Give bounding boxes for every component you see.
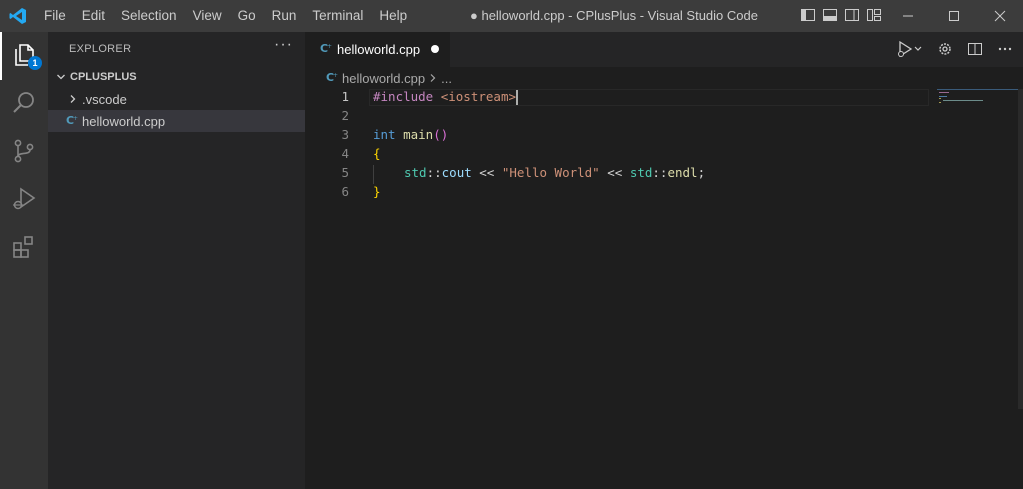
activity-explorer[interactable]: 1 bbox=[0, 32, 48, 80]
svg-text:+: + bbox=[333, 72, 338, 79]
line-number: 4 bbox=[341, 146, 349, 161]
activity-search[interactable] bbox=[0, 80, 48, 128]
code-token: main bbox=[395, 127, 434, 142]
code-token: "Hello World" bbox=[501, 165, 600, 180]
breadcrumb-symbols[interactable]: ... bbox=[441, 71, 452, 86]
source-control-icon bbox=[11, 138, 37, 167]
cpp-file-icon: C + bbox=[66, 114, 82, 129]
line-number: 2 bbox=[341, 108, 349, 123]
code-token: { bbox=[373, 146, 381, 161]
menu-bar: File Edit Selection View Go Run Terminal… bbox=[36, 0, 415, 32]
code-token: :: bbox=[426, 165, 442, 180]
code-token: ; bbox=[697, 165, 706, 180]
cpp-file-icon: C + bbox=[320, 42, 332, 57]
code-line-6: } bbox=[373, 184, 381, 199]
split-editor-icon[interactable] bbox=[967, 41, 983, 60]
menu-run[interactable]: Run bbox=[264, 0, 305, 32]
maximize-icon[interactable] bbox=[931, 0, 977, 32]
vertical-scrollbar[interactable] bbox=[1018, 89, 1023, 409]
tree-item-vscode[interactable]: .vscode bbox=[48, 88, 305, 110]
svg-text:+: + bbox=[73, 115, 78, 122]
code-token: #include bbox=[373, 89, 441, 104]
menu-selection[interactable]: Selection bbox=[113, 0, 185, 32]
tree-item-helloworld-cpp[interactable]: C + helloworld.cpp bbox=[48, 110, 305, 132]
line-number: 1 bbox=[341, 89, 349, 104]
minimap[interactable] bbox=[937, 89, 1017, 129]
activity-extensions[interactable] bbox=[0, 224, 48, 272]
toggle-panel-icon[interactable] bbox=[822, 7, 838, 23]
layout-controls bbox=[800, 7, 882, 23]
menu-terminal[interactable]: Terminal bbox=[304, 0, 371, 32]
line-number: 3 bbox=[341, 127, 349, 142]
run-debug-icon bbox=[11, 186, 37, 215]
code-token: << bbox=[599, 165, 630, 180]
vscode-logo-icon bbox=[0, 0, 36, 32]
customize-layout-icon[interactable] bbox=[866, 7, 882, 23]
menu-go[interactable]: Go bbox=[230, 0, 264, 32]
code-token: cout bbox=[441, 165, 472, 180]
breadcrumb: C + helloworld.cpp ... bbox=[305, 67, 1023, 89]
tree-item-label: helloworld.cpp bbox=[82, 113, 166, 129]
search-icon bbox=[11, 90, 37, 119]
text-cursor bbox=[516, 90, 518, 105]
menu-file[interactable]: File bbox=[36, 0, 74, 32]
tab-helloworld-cpp[interactable]: C + helloworld.cpp bbox=[305, 32, 450, 67]
cpp-file-icon: C + bbox=[326, 71, 338, 86]
code-token: () bbox=[433, 127, 449, 142]
close-icon[interactable] bbox=[977, 0, 1023, 32]
code-line-4: { bbox=[373, 146, 381, 161]
code-editor[interactable]: 1 2 3 4 5 6 #include <iostream> int main… bbox=[305, 89, 1023, 489]
menu-edit[interactable]: Edit bbox=[74, 0, 113, 32]
chevron-right-icon bbox=[68, 92, 82, 107]
minimize-icon[interactable] bbox=[885, 0, 931, 32]
title-bar: File Edit Selection View Go Run Terminal… bbox=[0, 0, 1023, 32]
code-token: endl bbox=[667, 165, 698, 180]
line-number: 6 bbox=[341, 184, 349, 199]
breadcrumb-file[interactable]: helloworld.cpp bbox=[342, 71, 425, 86]
explorer-header: EXPLORER bbox=[69, 43, 132, 55]
explorer-more-actions[interactable]: ··· bbox=[274, 36, 293, 54]
tree-item-label: .vscode bbox=[82, 91, 127, 107]
more-actions-icon[interactable] bbox=[997, 41, 1013, 60]
line-number: 5 bbox=[341, 165, 349, 180]
code-token: } bbox=[373, 184, 381, 199]
editor-tab-strip: C + helloworld.cpp bbox=[305, 32, 1023, 67]
extensions-icon bbox=[11, 234, 37, 263]
tab-label: helloworld.cpp bbox=[337, 42, 421, 57]
chevron-down-icon bbox=[56, 70, 68, 85]
svg-text:+: + bbox=[327, 43, 332, 50]
code-token: << bbox=[471, 165, 502, 180]
code-line-3: int main() bbox=[373, 127, 448, 142]
activity-bar: 1 bbox=[0, 32, 48, 489]
gear-icon[interactable] bbox=[937, 41, 953, 60]
menu-view[interactable]: View bbox=[185, 0, 230, 32]
activity-source-control[interactable] bbox=[0, 128, 48, 176]
code-token: int bbox=[373, 127, 396, 142]
toggle-primary-sidebar-icon[interactable] bbox=[800, 7, 816, 23]
window-title: ● helloworld.cpp - CPlusPlus - Visual St… bbox=[470, 8, 758, 23]
code-line-5: std::cout << "Hello World" << std::endl; bbox=[404, 165, 705, 180]
code-token: std bbox=[404, 165, 427, 180]
code-token: <iostream> bbox=[440, 89, 516, 104]
activity-run-debug[interactable] bbox=[0, 176, 48, 224]
folder-cplusplus[interactable]: CPLUSPLUS bbox=[48, 66, 305, 88]
unsaved-dot-icon[interactable] bbox=[431, 45, 439, 53]
code-token: std bbox=[629, 165, 653, 180]
toggle-secondary-sidebar-icon[interactable] bbox=[844, 7, 860, 23]
window-controls bbox=[885, 0, 1023, 32]
menu-help[interactable]: Help bbox=[371, 0, 415, 32]
code-line-1: #include <iostream> bbox=[373, 89, 518, 105]
editor-actions bbox=[897, 40, 1013, 61]
chevron-right-icon bbox=[429, 71, 437, 86]
explorer-badge: 1 bbox=[28, 56, 42, 70]
code-token: :: bbox=[652, 165, 668, 180]
indent-guide bbox=[373, 165, 374, 184]
run-debug-dropdown-icon[interactable] bbox=[897, 40, 923, 61]
explorer-sidebar: EXPLORER ··· CPLUSPLUS .vscode C + hellow… bbox=[48, 32, 305, 489]
folder-name: CPLUSPLUS bbox=[70, 71, 137, 83]
